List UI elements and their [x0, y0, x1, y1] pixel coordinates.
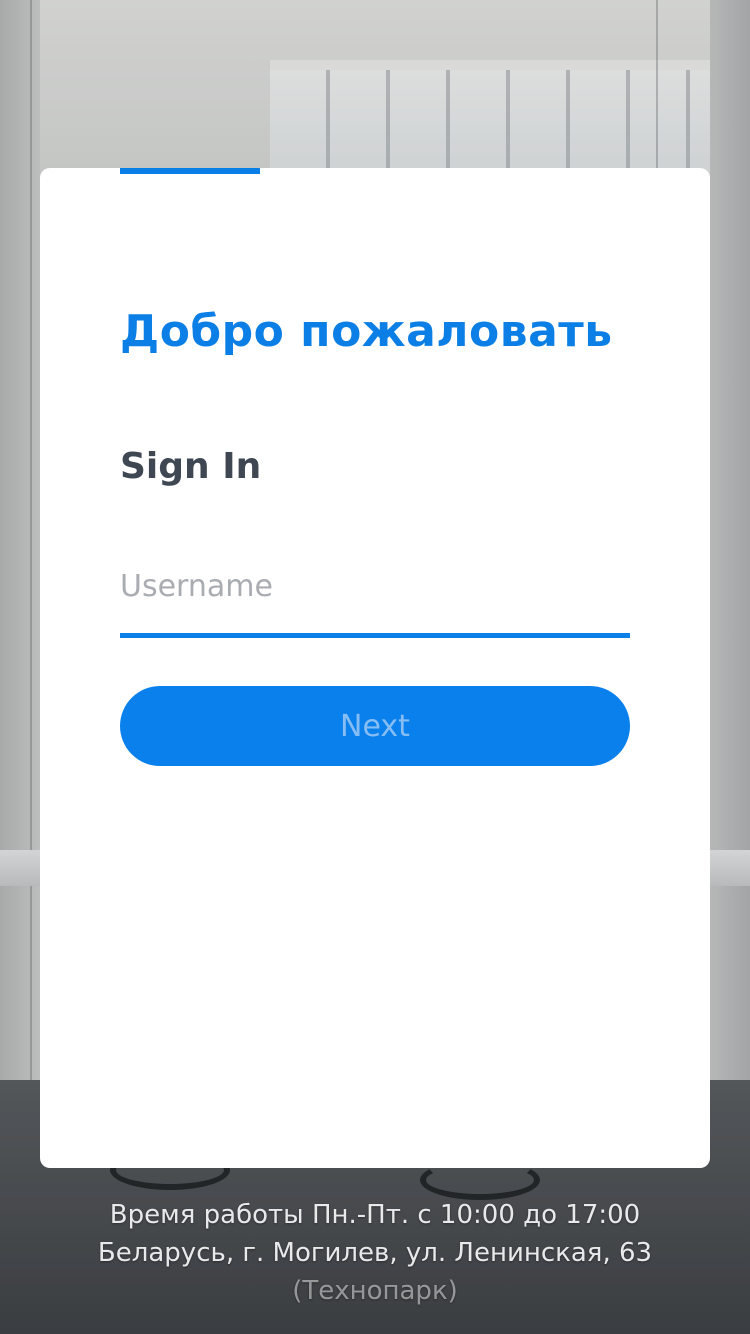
next-button[interactable]: Next — [120, 686, 630, 766]
sign-in-heading: Sign In — [120, 446, 262, 487]
card-accent-bar — [120, 168, 260, 174]
welcome-title: Добро пожаловать — [120, 306, 613, 357]
login-card: Добро пожаловать Sign In Next — [40, 168, 710, 1168]
footer-info: Время работы Пн.-Пт. с 10:00 до 17:00 Бе… — [0, 1196, 750, 1310]
address-text: Беларусь, г. Могилев, ул. Ленинская, 63 — [97, 1238, 653, 1268]
username-input[interactable] — [120, 558, 630, 638]
place-text: (Технопарк) — [292, 1276, 458, 1306]
working-hours-text: Время работы Пн.-Пт. с 10:00 до 17:00 — [109, 1200, 641, 1230]
